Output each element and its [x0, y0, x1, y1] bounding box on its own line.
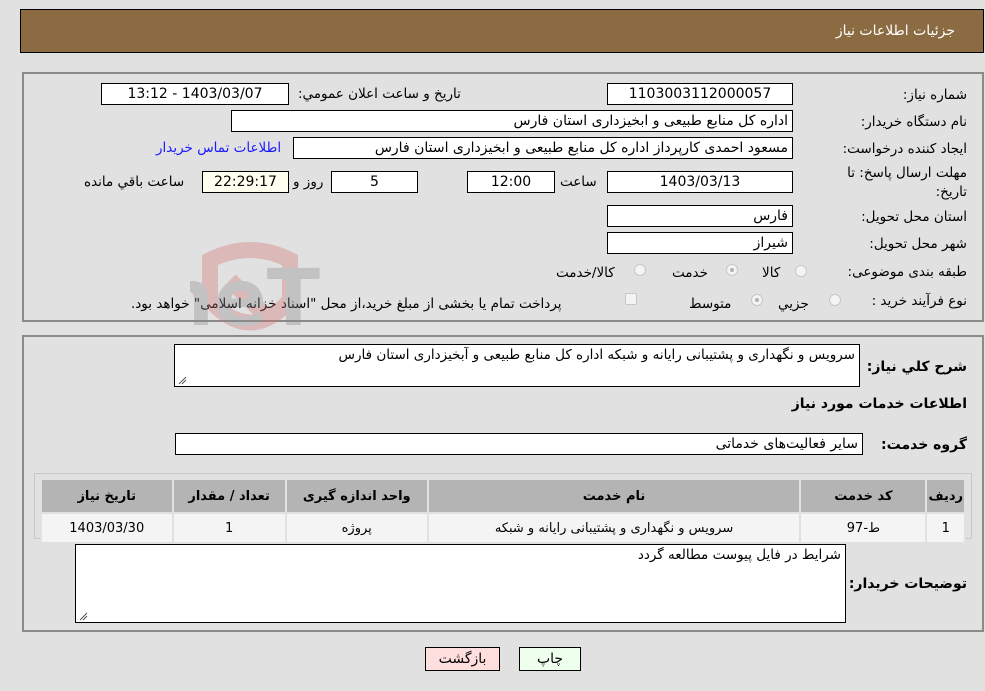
remaining-time-field: 22:29:17: [202, 171, 289, 193]
category-label: طبقه بندی موضوعی:: [847, 264, 967, 280]
buyer-org-label: نام دستگاه خریدار:: [860, 114, 967, 130]
category-radio-goods[interactable]: [795, 265, 807, 277]
cell-service-name: سرویس و نگهداری و پشتیبانی رایانه و شبکه: [426, 512, 802, 544]
treasury-note: پرداخت تمام یا بخشی از مبلغ خرید،از محل …: [131, 296, 562, 312]
creator-label: ایجاد کننده درخواست:: [842, 141, 967, 157]
buyer-notes-text: شرایط در فایل پیوست مطالعه گردد: [637, 547, 841, 563]
service-group-field: سایر فعالیت‌های خدماتی: [175, 433, 863, 455]
creator-field: مسعود احمدی کارپرداز اداره کل منابع طبیع…: [293, 137, 793, 159]
category-option-goods: کالا: [762, 265, 781, 281]
services-table: ردیف کد خدمت نام خدمت واحد اندازه گیری ت…: [40, 478, 966, 544]
city-field: شیراز: [607, 232, 793, 254]
service-group-label: گروه خدمت:: [881, 437, 967, 453]
province-field: فارس: [607, 205, 793, 227]
deadline-time-label: ساعت: [560, 174, 597, 190]
description-text: سرویس و نگهداری و پشتیبانی رایانه و شبکه…: [338, 347, 855, 363]
need-number-field: 1103003112000057: [607, 83, 793, 105]
process-radio-minor[interactable]: [829, 294, 841, 306]
deadline-date-field: 1403/03/13: [607, 171, 793, 193]
need-number-label: شماره نیاز:: [902, 87, 967, 103]
cell-row-number: 1: [925, 512, 966, 544]
buyer-contact-link[interactable]: اطلاعات تماس خریدار: [156, 140, 281, 156]
deadline-time-field: 12:00: [467, 171, 555, 193]
cell-unit: پروژه: [284, 512, 429, 544]
cell-quantity: 1: [171, 512, 287, 544]
description-textarea[interactable]: سرویس و نگهداری و پشتیبانی رایانه و شبکه…: [174, 344, 860, 387]
header-unit: واحد اندازه گیری: [284, 478, 429, 514]
remaining-time-label: ساعت باقي مانده: [84, 174, 185, 190]
cell-service-code: ط-97: [799, 512, 928, 544]
description-label: شرح كلي نياز:: [866, 359, 967, 375]
header-quantity: تعداد / مقدار: [171, 478, 287, 514]
resize-handle-icon[interactable]: [78, 611, 88, 621]
treasury-checkbox[interactable]: [625, 293, 637, 305]
process-radio-medium[interactable]: [751, 294, 763, 306]
header-service-code: کد خدمت: [799, 478, 928, 514]
page-header: جزئيات اطلاعات نياز: [20, 9, 984, 53]
header-service-name: نام خدمت: [426, 478, 802, 514]
city-label: شهر محل تحویل:: [869, 236, 967, 252]
remaining-days-field: 5: [331, 171, 418, 193]
cell-need-date: 1403/03/30: [40, 512, 174, 544]
services-section-title: اطلاعات خدمات مورد نياز: [791, 396, 967, 412]
deadline-label: مهلت ارسال پاسخ: تا تاریخ:: [847, 165, 967, 200]
page-title: جزئيات اطلاعات نياز: [835, 23, 955, 39]
province-label: استان محل تحویل:: [861, 209, 967, 225]
category-radio-goods-service[interactable]: [634, 264, 646, 276]
table-row: 1 ط-97 سرویس و نگهداری و پشتیبانی رایانه…: [40, 512, 966, 544]
days-label: روز و: [293, 174, 324, 190]
announce-date-label: تاریخ و ساعت اعلان عمومي:: [298, 86, 461, 102]
buyer-notes-label: توضیحات خریدار:: [848, 576, 967, 592]
resize-handle-icon[interactable]: [177, 375, 187, 385]
announce-date-field: 1403/03/07 - 13:12: [101, 83, 289, 105]
buyer-org-field: اداره کل منابع طبیعی و ابخیزداری استان ف…: [231, 110, 793, 132]
category-option-service: خدمت: [672, 265, 708, 281]
back-button[interactable]: بازگشت: [425, 647, 500, 671]
category-radio-service[interactable]: [726, 264, 738, 276]
header-need-date: تاریخ نیاز: [40, 478, 174, 514]
buyer-notes-textarea[interactable]: شرایط در فایل پیوست مطالعه گردد: [75, 544, 846, 623]
process-type-label: نوع فرآیند خرید :: [871, 293, 967, 309]
print-button[interactable]: چاپ: [519, 647, 581, 671]
table-header-row: ردیف کد خدمت نام خدمت واحد اندازه گیری ت…: [40, 478, 966, 514]
header-row-number: ردیف: [925, 478, 966, 514]
process-option-medium: متوسط: [689, 296, 732, 312]
process-option-minor: جزيي: [778, 296, 809, 312]
category-option-goods-service: کالا/خدمت: [556, 265, 615, 281]
